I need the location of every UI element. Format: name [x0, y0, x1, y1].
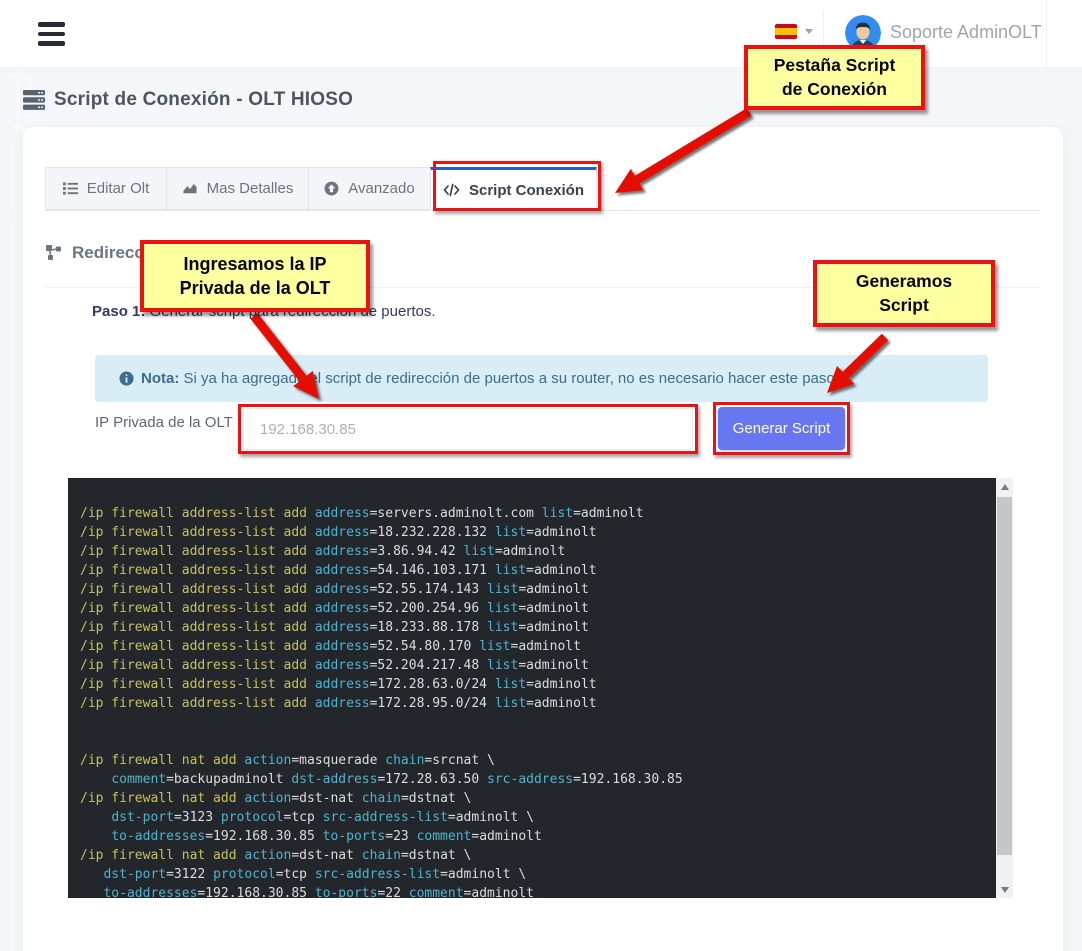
info-alert: Nota: Si ya ha agregado el script de red… — [95, 355, 988, 402]
user-avatar[interactable] — [845, 15, 881, 51]
ip-input[interactable] — [243, 408, 693, 450]
scroll-up-button[interactable] — [996, 478, 1013, 495]
tab-label: Mas Detalles — [207, 180, 294, 197]
top-navbar: Soporte AdminOLT — [0, 0, 1082, 68]
list-icon — [63, 181, 78, 196]
code-line: /ip firewall nat add action=dst-nat chai… — [80, 846, 991, 865]
code-line: dst-port=3123 protocol=tcp src-address-l… — [80, 808, 991, 827]
code-line: comment=backupadminolt dst-address=172.2… — [80, 770, 991, 789]
tab-label: Script Conexión — [469, 182, 584, 199]
tab-label: Editar Olt — [87, 180, 150, 197]
spain-flag-icon — [775, 24, 797, 39]
menu-toggle-icon[interactable] — [38, 22, 65, 46]
tab-avanzado[interactable]: Avanzado — [308, 167, 431, 210]
arrow-up-circle-icon — [324, 181, 339, 196]
section-heading: Redirecc — [45, 243, 144, 263]
user-name[interactable]: Soporte AdminOLT — [890, 22, 1042, 43]
code-line: /ip firewall address-list add address=52… — [80, 580, 991, 599]
note-label: Nota: — [141, 370, 179, 387]
page-title-text: Script de Conexión - OLT HIOSO — [54, 89, 353, 111]
code-line: dst-port=3122 protocol=tcp src-address-l… — [80, 865, 991, 884]
app-page: Soporte AdminOLT Script de Conexión - OL… — [0, 0, 1082, 951]
step-text: Paso 1: Generar script para redirección … — [92, 303, 436, 320]
code-line: /ip firewall address-list add address=18… — [80, 523, 991, 542]
code-scrollbar[interactable] — [996, 478, 1013, 898]
code-line: /ip firewall address-list add address=se… — [80, 504, 991, 523]
code-line: /ip firewall address-list add address=52… — [80, 656, 991, 675]
code-line: /ip firewall nat add action=dst-nat chai… — [80, 789, 991, 808]
header-divider — [1046, 0, 1047, 68]
page-title: Script de Conexión - OLT HIOSO — [23, 89, 353, 111]
ip-field-label: IP Privada de la OLT — [95, 414, 233, 431]
triangle-up-icon — [1001, 484, 1009, 490]
code-line: /ip firewall nat add action=masquerade c… — [80, 751, 991, 770]
callout-line: de Conexión — [748, 78, 921, 102]
chart-area-icon — [182, 181, 198, 196]
code-line — [80, 713, 991, 732]
tab-mas-detalles[interactable]: Mas Detalles — [166, 167, 309, 210]
language-dropdown[interactable] — [775, 24, 813, 39]
step-label: Paso 1: — [92, 303, 145, 320]
triangle-down-icon — [1001, 887, 1009, 893]
script-code: /ip firewall address-list add address=se… — [80, 504, 991, 898]
tab-label: Avanzado — [348, 180, 414, 197]
code-line: /ip firewall address-list add address=54… — [80, 561, 991, 580]
code-line: to-addresses=192.168.30.85 to-ports=23 c… — [80, 827, 991, 846]
code-line: to-addresses=192.168.30.85 to-ports=22 c… — [80, 884, 991, 898]
script-output[interactable]: /ip firewall address-list add address=se… — [68, 478, 1013, 898]
scroll-down-button[interactable] — [996, 881, 1013, 898]
code-line: /ip firewall address-list add address=3.… — [80, 542, 991, 561]
scrollbar-thumb[interactable] — [997, 497, 1012, 855]
generate-script-button[interactable]: Generar Script — [718, 407, 845, 450]
code-line: /ip firewall address-list add address=17… — [80, 675, 991, 694]
code-line — [80, 732, 991, 751]
code-line: /ip firewall address-list add address=17… — [80, 694, 991, 713]
note-text: Si ya ha agregado el script de redirecci… — [179, 370, 839, 387]
tab-bar: Editar Olt Mas Detalles Avanzado Script … — [45, 167, 1040, 211]
step-description: Generar script para redirección de puert… — [145, 303, 435, 320]
server-icon — [23, 90, 45, 110]
divider — [45, 287, 1040, 288]
tab-script-conexion[interactable]: Script Conexión — [430, 167, 597, 211]
section-heading-text: Redirecc — [72, 243, 144, 263]
chevron-down-icon — [805, 29, 813, 34]
sitemap-icon — [45, 245, 63, 261]
code-icon — [443, 183, 460, 197]
code-line: /ip firewall address-list add address=52… — [80, 599, 991, 618]
info-circle-icon — [119, 371, 134, 386]
code-line: /ip firewall address-list add address=52… — [80, 637, 991, 656]
tab-editar-olt[interactable]: Editar Olt — [45, 167, 167, 210]
header-divider — [823, 10, 824, 58]
code-line: /ip firewall address-list add address=18… — [80, 618, 991, 637]
